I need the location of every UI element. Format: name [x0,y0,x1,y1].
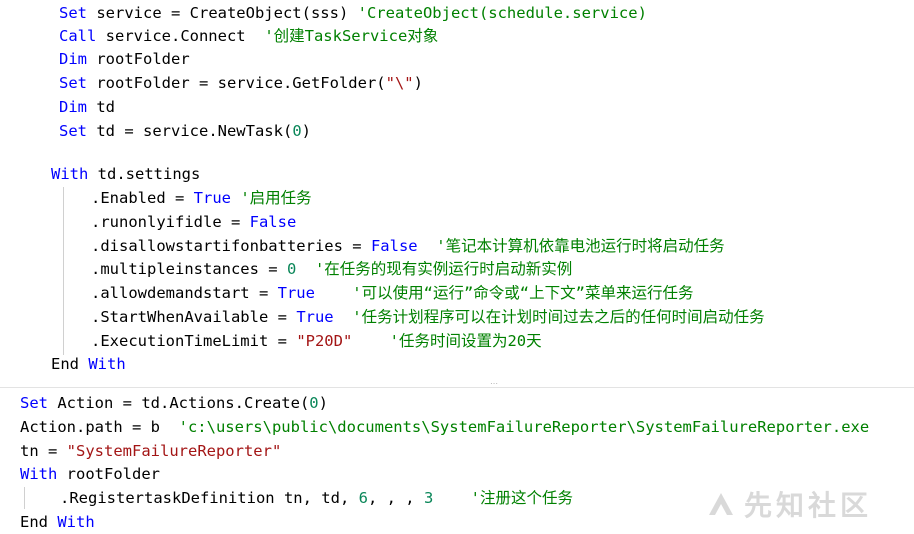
code-token: True [296,308,334,326]
code-token: True [277,284,315,302]
code-token: Set [59,4,87,22]
code-token: ) [301,122,311,140]
code-token: Set [20,394,48,412]
code-token: 0 [292,122,302,140]
code-token: service.Connect [96,27,265,45]
indent-guide [24,487,25,509]
code-line: With rootFolder [20,463,160,485]
code-line: .disallowstartifonbatteries = False '笔记本… [91,235,725,257]
code-editor-top[interactable]: Set service = CreateObject(sss) 'CreateO… [0,0,914,388]
code-token: .Enabled = [91,189,194,207]
code-token: 'CreateObject(schedule.service) [357,4,647,22]
code-line: .allowdemandstart = True '可以使用“运行”命令或“上下… [91,282,693,304]
code-line: Action.path = b 'c:\users\public\documen… [20,416,869,438]
code-line: tn = "SystemFailureReporter" [20,440,281,462]
code-token: 3 [423,489,434,507]
code-token: End [51,355,79,373]
code-token: td [87,98,115,116]
code-token: 0 [286,260,297,278]
code-line: End With [20,511,95,533]
code-token: '笔记本计算机依靠电池运行时将启动任务 [417,237,725,255]
code-line: .ExecutionTimeLimit = "P20D" '任务时间设置为20天 [91,330,542,352]
code-token: td.settings [88,165,201,183]
watermark-text: 先知社区 [744,489,873,522]
code-token: rootFolder [87,50,190,68]
code-token: Set [59,74,87,92]
code-token: '创建TaskService对象 [264,27,439,45]
code-line: .multipleinstances = 0 '在任务的现有实例运行时启动新实例 [91,258,572,280]
code-line: Set Action = td.Actions.Create(0) [20,392,328,414]
code-token: "P20D" [296,332,353,350]
code-line: .Enabled = True '启用任务 [91,187,312,209]
code-token: Dim [59,98,87,116]
code-line: Set service = CreateObject(sss) 'CreateO… [59,2,647,24]
code-token: .disallowstartifonbatteries = [91,237,371,255]
code-token: '启用任务 [230,189,312,207]
code-token: Dim [59,50,87,68]
code-token: .StartWhenAvailable = [91,308,297,326]
code-token: td = service.NewTask( [87,122,293,140]
code-token: False [249,213,297,231]
code-token: '注册这个任务 [433,489,573,507]
code-token: End [20,513,48,531]
xianzhi-logo-icon [709,493,733,515]
code-token: Action.path = b [20,418,179,436]
code-token: '任务时间设置为20天 [352,332,542,350]
code-token: .ExecutionTimeLimit = [91,332,297,350]
code-token: '可以使用“运行”命令或“上下文”菜单来运行任务 [314,284,694,302]
code-token: '在任务的现有实例运行时启动新实例 [296,260,573,278]
code-token: With [20,465,58,483]
code-token: 0 [309,394,319,412]
code-token: Action = td.Actions.Create( [48,394,310,412]
code-line: .StartWhenAvailable = True '任务计划程序可以在计划时… [91,306,765,328]
code-token: True [193,189,231,207]
code-token: rootFolder [57,465,160,483]
code-line: Set rootFolder = service.GetFolder("\") [59,72,423,94]
code-token: Set [59,122,87,140]
code-token: "\" [385,74,414,92]
code-token: , , , [367,489,424,507]
code-line: Dim td [59,96,115,118]
code-token: "SystemFailureReporter" [66,442,282,460]
watermark: 先知社区 [706,480,906,528]
code-token: False [370,237,418,255]
code-token: Call [59,27,97,45]
code-token: ) [413,74,423,92]
code-line: End With [51,353,126,375]
code-line: Dim rootFolder [59,48,190,70]
code-token: rootFolder = service.GetFolder( [87,74,386,92]
code-token: '任务计划程序可以在计划时间过去之后的任何时间启动任务 [333,308,765,326]
code-token: 'c:\users\public\documents\SystemFailure… [178,418,870,436]
code-token: With [51,165,89,183]
code-line: .RegistertaskDefinition tn, td, 6, , , 3… [60,487,573,509]
code-token: 6 [358,489,368,507]
code-line: With td.settings [51,163,200,185]
panel-divider [0,387,914,388]
indent-guide [63,187,64,355]
code-token: .allowdemandstart = [91,284,278,302]
code-token: .runonlyifidle = [91,213,250,231]
code-line: .runonlyifidle = False [91,211,296,233]
code-token: .multipleinstances = [91,260,287,278]
code-token: tn = [20,442,67,460]
code-token: service = CreateObject(sss) [87,4,358,22]
code-token: ) [318,394,328,412]
code-line: Set td = service.NewTask(0) [59,120,311,142]
code-token: With [48,513,95,531]
code-token: With [79,355,126,373]
code-token: .RegistertaskDefinition tn, td, [60,489,359,507]
code-line: Call service.Connect '创建TaskService对象 [59,25,438,47]
